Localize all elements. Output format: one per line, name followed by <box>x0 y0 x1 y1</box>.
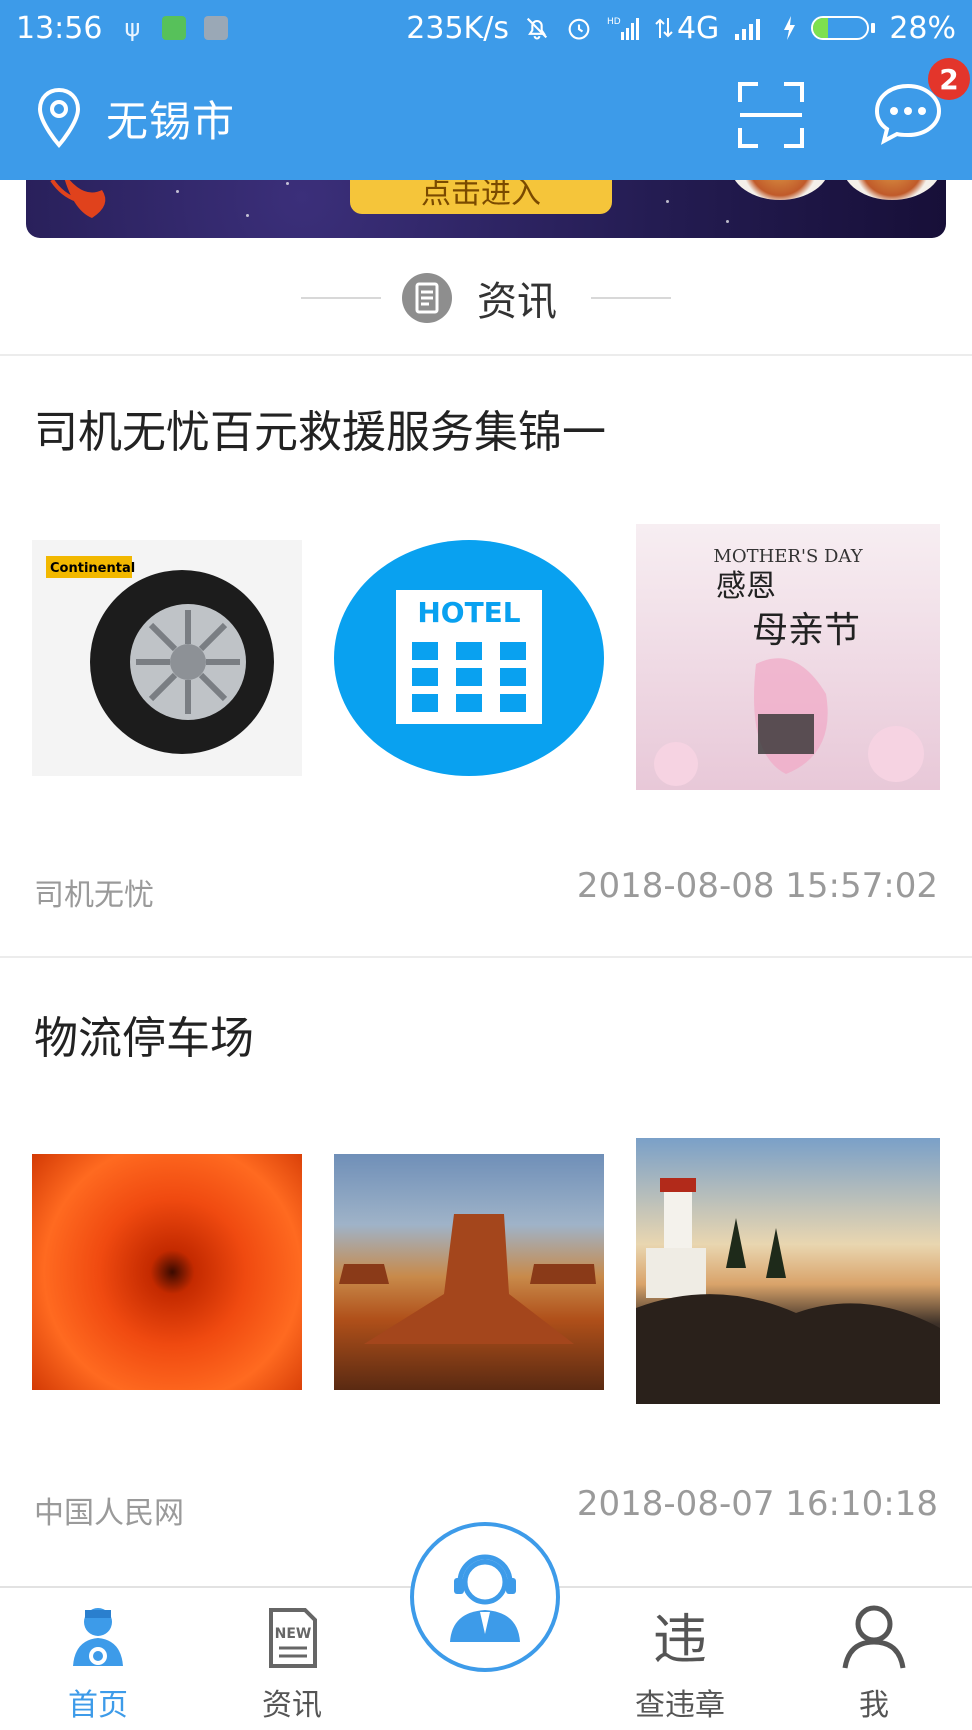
news-title[interactable]: 物流停车场 <box>34 1002 254 1066</box>
scan-icon[interactable] <box>736 80 806 150</box>
status-bar: 13:56 ψ 235K/s HD 4G 28% <box>0 0 972 56</box>
promo-banner[interactable]: 点击进入 <box>26 170 946 238</box>
status-time: 13:56 <box>16 10 103 46</box>
news-image-poster[interactable]: MOTHER'S DAY 感恩 母亲节 <box>636 524 940 790</box>
nav-label: 首页 <box>68 1688 128 1723</box>
poster-line-2: 母亲节 <box>752 610 860 651</box>
network-type: 4G <box>655 11 719 46</box>
message-badge: 2 <box>928 58 970 100</box>
news-item-1[interactable]: 司机无忧百元救援服务集锦一 Continental HOTEL MOTHER'S… <box>0 356 972 956</box>
news-image-lighthouse[interactable] <box>636 1138 940 1404</box>
news-image-tire[interactable]: Continental <box>32 540 302 776</box>
charging-icon <box>784 16 796 40</box>
mute-bell-icon <box>526 17 548 40</box>
top-header: 无锡市 <box>0 56 972 180</box>
nav-news[interactable]: NEW 资讯 <box>212 1588 372 1730</box>
divider-left <box>301 297 381 299</box>
tire-image: Continental <box>46 556 274 754</box>
violation-icon: 违 <box>653 1608 707 1671</box>
news-image-hotel[interactable]: HOTEL <box>334 540 604 776</box>
news-title[interactable]: 司机无忧百元救援服务集锦一 <box>34 396 606 460</box>
hd-signal-icon: HD <box>607 17 639 40</box>
news-time: 2018-08-08 15:57:02 <box>576 866 938 906</box>
nav-label: 我 <box>859 1688 889 1723</box>
news-image-flower[interactable] <box>32 1154 302 1390</box>
news-source: 司机无忧 <box>34 878 154 913</box>
app-notification-icon <box>162 16 187 40</box>
home-mascot-icon <box>73 1608 123 1666</box>
nav-home[interactable]: 首页 <box>18 1588 178 1730</box>
nav-label: 资讯 <box>262 1688 322 1723</box>
hotel-icon: HOTEL <box>334 540 604 776</box>
battery-percent: 28% <box>889 10 956 46</box>
divider-right <box>591 297 671 299</box>
news-time: 2018-08-07 16:10:18 <box>576 1484 938 1524</box>
news-icon: NEW <box>269 1608 317 1668</box>
news-source: 中国人民网 <box>34 1496 184 1531</box>
poster-line-1: 感恩 <box>716 569 776 604</box>
city-selector[interactable]: 无锡市 <box>106 88 235 149</box>
svg-text:HD: HD <box>607 17 621 27</box>
svg-text:违: 违 <box>653 1608 707 1671</box>
svg-text:NEW: NEW <box>275 1626 312 1642</box>
mothers-day-poster: MOTHER'S DAY 感恩 母亲节 <box>636 524 940 790</box>
customer-service-button[interactable] <box>410 1522 560 1672</box>
location-pin-icon[interactable] <box>36 87 82 149</box>
nav-label: 查违章 <box>635 1688 725 1723</box>
tire-brand-text: Continental <box>50 561 135 576</box>
news-image-desert[interactable] <box>334 1154 604 1390</box>
note-notification-icon <box>204 16 229 40</box>
butte-image <box>339 1214 596 1344</box>
network-speed: 235K/s <box>406 10 509 46</box>
customer-service-icon <box>450 1554 520 1642</box>
poster-en-title: MOTHER'S DAY <box>713 546 863 567</box>
news-item-2[interactable]: 物流停车场 中国人民网 2018-08-07 16:10:18 <box>0 958 972 1578</box>
news-list-icon <box>402 273 452 323</box>
alarm-icon <box>568 18 590 40</box>
data-arrows-icon <box>655 18 673 38</box>
nav-profile[interactable]: 我 <box>794 1588 954 1730</box>
nav-violation[interactable]: 违 查违章 <box>600 1588 760 1730</box>
signal-icon <box>735 19 761 40</box>
battery-icon <box>811 16 876 40</box>
profile-icon <box>842 1605 906 1669</box>
section-heading: 资讯 <box>0 250 972 346</box>
lighthouse-image <box>636 1178 940 1404</box>
usb-icon: ψ <box>124 14 141 42</box>
hotel-label: HOTEL <box>417 596 520 629</box>
section-title: 资讯 <box>477 279 557 325</box>
